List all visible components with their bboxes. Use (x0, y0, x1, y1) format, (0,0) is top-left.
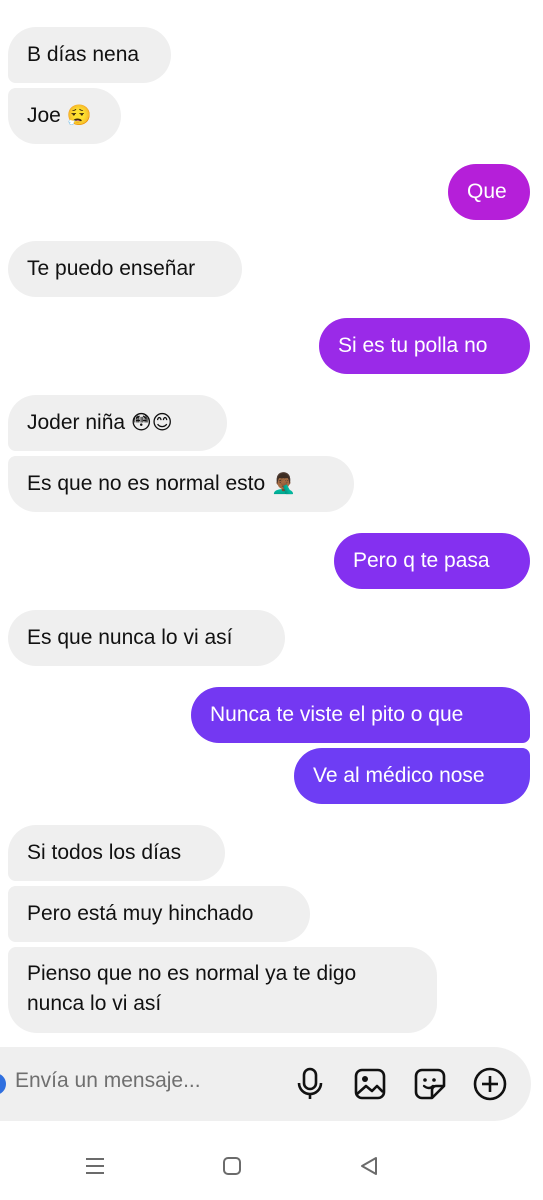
message-bubble-incoming[interactable]: Joder niña 😳😊 (8, 395, 227, 451)
message-bubble-incoming[interactable]: B días nena (8, 27, 171, 83)
message-composer[interactable]: Envía un mensaje... (0, 1047, 531, 1121)
message-text: Si todos los días (27, 841, 182, 864)
message-text: Es que no es normal esto (27, 472, 271, 495)
message-bubble-outgoing[interactable]: Si es tu polla no (319, 318, 530, 374)
back-icon[interactable] (355, 1154, 383, 1178)
message-text: Que (467, 180, 507, 203)
message-text: Nunca te viste el pito o que (210, 703, 464, 726)
message-text: Joe (27, 104, 67, 127)
message-text: B días nena (27, 43, 140, 66)
plus-circle-icon[interactable] (472, 1066, 508, 1102)
message-text: Pero está muy hinchado (27, 902, 254, 925)
message-text: Ve al médico nose (313, 764, 485, 787)
image-icon[interactable] (352, 1066, 388, 1102)
message-bubble-incoming[interactable]: Es que nunca lo vi así (8, 610, 285, 666)
facepalm-emoji-icon: 🤦🏾‍♂️ (270, 473, 296, 495)
message-bubble-incoming[interactable]: Joe 😮‍💨 (8, 88, 121, 144)
message-text: Es que nunca lo vi así (27, 626, 233, 649)
message-bubble-outgoing[interactable]: Ve al médico nose (294, 748, 530, 804)
message-text: Pero q te pasa (353, 549, 490, 572)
flushed-smiling-emoji-icon: 😳😊 (130, 412, 173, 434)
message-input[interactable]: Envía un mensaje... (15, 1069, 201, 1093)
message-bubble-outgoing[interactable]: Que (448, 164, 530, 220)
message-bubble-incoming[interactable]: Es que no es normal esto 🤦🏾‍♂️ (8, 456, 354, 512)
message-text: Pienso que no es normal ya te digo nunca… (27, 962, 357, 1015)
sticker-icon[interactable] (412, 1066, 448, 1102)
message-bubble-incoming[interactable]: Si todos los días (8, 825, 225, 881)
message-bubble-incoming[interactable]: Pienso que no es normal ya te digo nunca… (8, 947, 437, 1033)
message-text: Si es tu polla no (338, 334, 488, 357)
message-bubble-incoming[interactable]: Pero está muy hinchado (8, 886, 310, 942)
exhale-face-emoji-icon: 😮‍💨 (66, 105, 92, 127)
message-bubble-outgoing[interactable]: Nunca te viste el pito o que (191, 687, 530, 743)
message-text: Joder niña (27, 411, 131, 434)
microphone-icon[interactable] (292, 1066, 328, 1102)
recents-icon[interactable] (81, 1154, 109, 1178)
message-bubble-outgoing[interactable]: Pero q te pasa (334, 533, 530, 589)
message-text: Te puedo enseñar (27, 257, 196, 280)
message-bubble-incoming[interactable]: Te puedo enseñar (8, 241, 242, 297)
home-icon[interactable] (218, 1154, 246, 1178)
system-navigation-bar (0, 1130, 543, 1200)
camera-button[interactable] (0, 1073, 6, 1095)
